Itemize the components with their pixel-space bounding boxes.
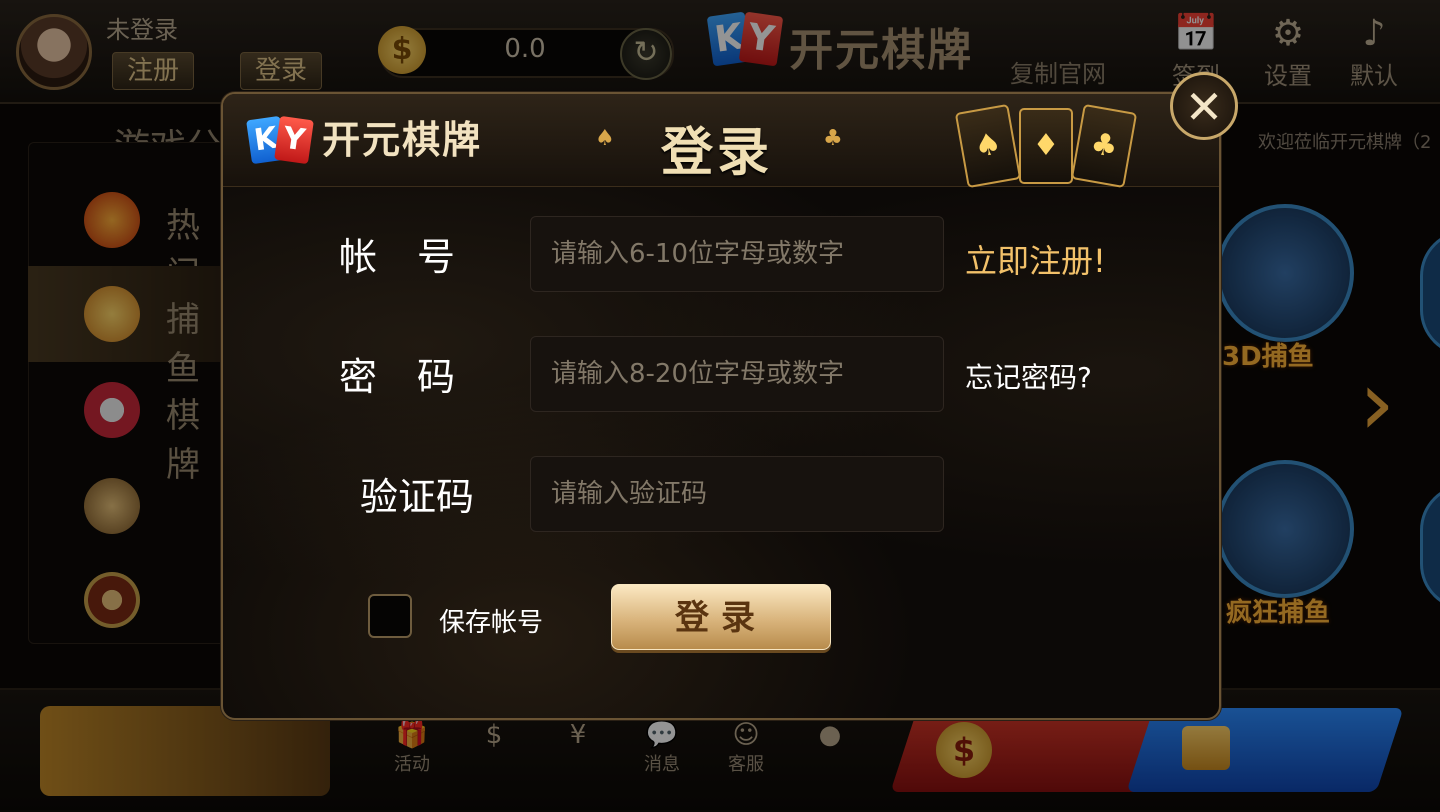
playing-cards-icon: ♠ ♦ ♣: [954, 103, 1141, 189]
password-label: 密码: [338, 355, 495, 399]
club-card-icon: ♣: [1070, 103, 1138, 189]
ky-logo-y: Y: [274, 115, 314, 165]
captcha-input[interactable]: [530, 456, 944, 532]
register-now-link[interactable]: 立即注册!: [965, 236, 1106, 282]
account-input[interactable]: [530, 216, 944, 292]
save-account-checkbox[interactable]: [368, 594, 412, 638]
dialog-brand-name: 开元棋牌: [322, 118, 483, 162]
spade-card-icon: ♠: [954, 103, 1022, 189]
club-icon: ♣: [823, 126, 843, 151]
account-label: 帐号: [338, 235, 495, 279]
save-account-label: 保存帐号: [439, 608, 544, 638]
login-submit-button[interactable]: 登录: [611, 584, 831, 650]
ky-logo: KY: [246, 115, 314, 165]
login-dialog: KY 开元棋牌 ♠ 登录 ♣ ♠ ♦ ♣ 帐号 立即注册! 密码 忘记密码? 验…: [221, 92, 1221, 720]
password-input[interactable]: [530, 336, 944, 412]
dialog-brand-logo: KY 开元棋牌: [246, 115, 483, 165]
captcha-label: 验证码: [359, 475, 474, 519]
diamond-card-icon: ♦: [1019, 108, 1073, 184]
close-icon[interactable]: ✕: [1170, 72, 1238, 140]
dialog-title: 登录: [661, 123, 774, 183]
forgot-password-link[interactable]: 忘记密码?: [965, 356, 1092, 396]
spade-icon: ♠: [595, 126, 615, 151]
